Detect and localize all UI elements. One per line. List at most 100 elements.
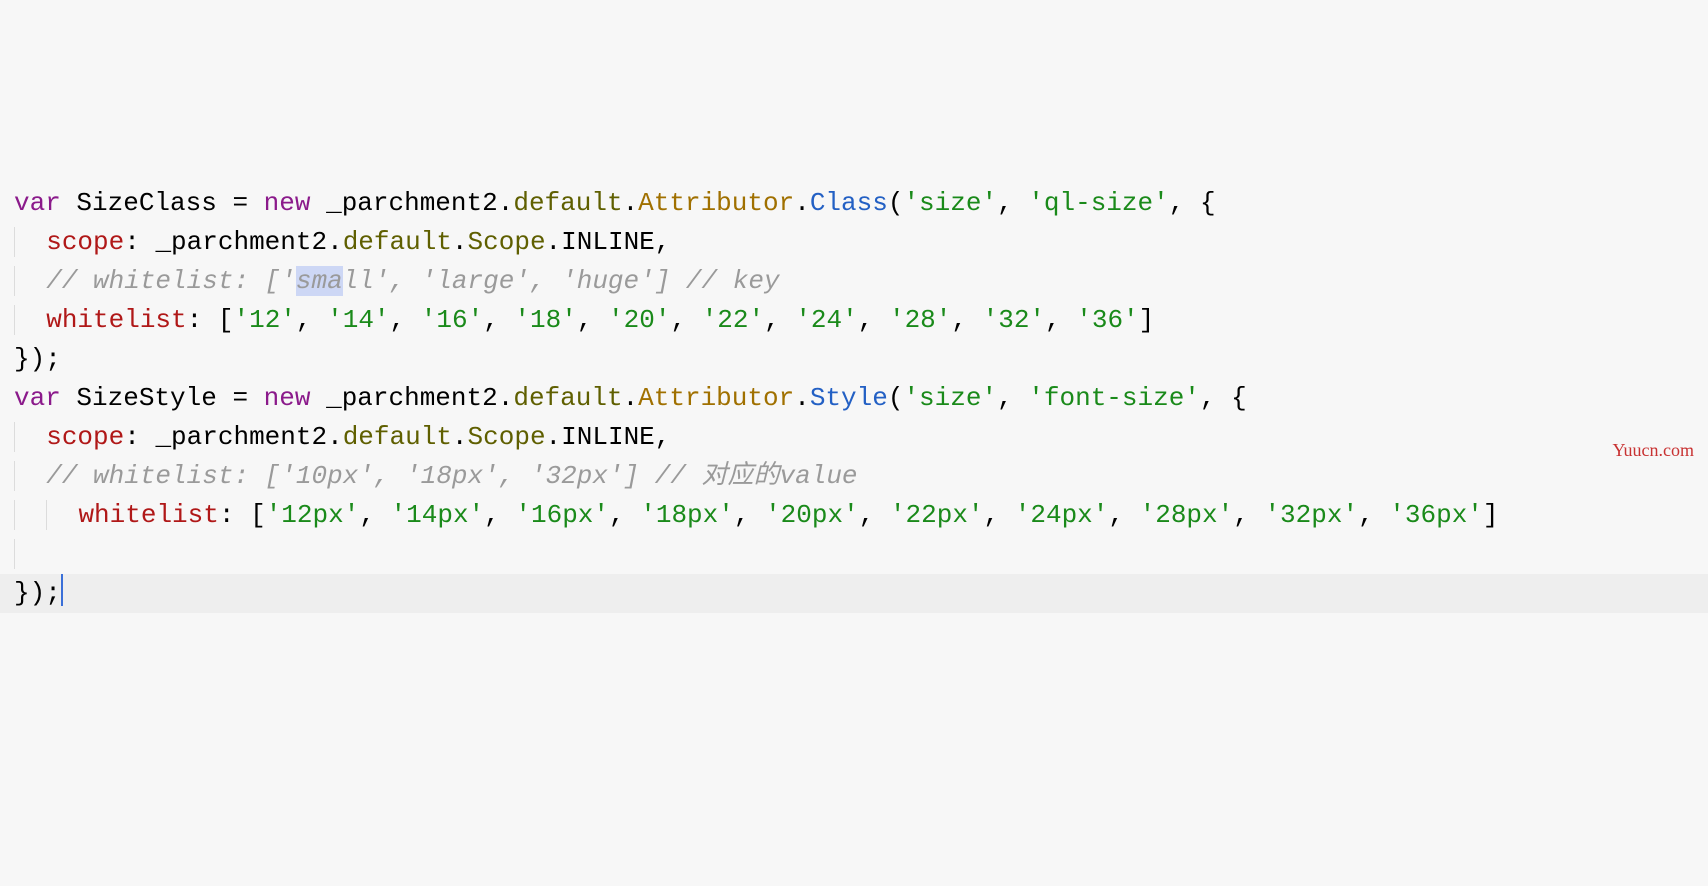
punct: , xyxy=(764,305,795,335)
punct: , xyxy=(1108,500,1139,530)
ident-default: default xyxy=(343,422,452,452)
selection-highlight: sma xyxy=(296,266,343,296)
punct: = xyxy=(217,188,264,218)
punct: , xyxy=(609,500,640,530)
punct: , xyxy=(858,305,889,335)
ident-sizeclass: SizeClass xyxy=(76,188,216,218)
string: 'ql-size' xyxy=(1028,188,1168,218)
code-line xyxy=(14,539,31,569)
code-line: var SizeClass = new _parchment2.default.… xyxy=(14,188,1216,218)
ident-parchment: _parchment2 xyxy=(326,188,498,218)
string: '16px' xyxy=(515,500,609,530)
string: '20px' xyxy=(765,500,859,530)
punct: , xyxy=(1233,500,1264,530)
key-whitelist: whitelist xyxy=(78,500,218,530)
punct: ( xyxy=(888,188,904,218)
text-cursor xyxy=(61,574,63,606)
current-line: }); xyxy=(0,574,1708,613)
punct: } xyxy=(14,344,30,374)
ident-sizestyle: SizeStyle xyxy=(76,383,216,413)
keyword-new: new xyxy=(264,188,311,218)
punct: . xyxy=(794,383,810,413)
punct: [ xyxy=(250,500,266,530)
string: '36px' xyxy=(1389,500,1483,530)
punct: . xyxy=(498,188,514,218)
punct: , xyxy=(670,305,701,335)
ident-attributor: Attributor xyxy=(638,188,794,218)
string: '20' xyxy=(608,305,670,335)
code-line: whitelist: ['12px', '14px', '16px', '18p… xyxy=(14,500,1499,530)
string: 'size' xyxy=(903,383,997,413)
string: '28px' xyxy=(1140,500,1234,530)
string: '22px' xyxy=(890,500,984,530)
punct: } xyxy=(14,578,30,608)
punct: . xyxy=(452,422,468,452)
const-inline: INLINE xyxy=(561,422,655,452)
string: 'size' xyxy=(903,188,997,218)
punct: : xyxy=(187,305,218,335)
ident-style: Style xyxy=(810,383,888,413)
code-line: var SizeStyle = new _parchment2.default.… xyxy=(14,383,1247,413)
punct: , xyxy=(1045,305,1076,335)
punct: { xyxy=(1231,383,1247,413)
punct: . xyxy=(498,383,514,413)
punct: ) xyxy=(30,344,46,374)
string: '28' xyxy=(889,305,951,335)
punct: , xyxy=(359,500,390,530)
punct: . xyxy=(794,188,810,218)
punct: , xyxy=(734,500,765,530)
punct: . xyxy=(546,227,562,257)
ident-default: default xyxy=(343,227,452,257)
punct: , xyxy=(984,500,1015,530)
punct: . xyxy=(546,422,562,452)
punct: , xyxy=(296,305,327,335)
code-line: // whitelist: ['10px', '18px', '32px'] /… xyxy=(14,461,858,491)
code-line: // whitelist: ['small', 'large', 'huge']… xyxy=(14,266,780,296)
string: '36' xyxy=(1076,305,1138,335)
ident-parchment: _parchment2 xyxy=(155,227,327,257)
punct: = xyxy=(217,383,264,413)
ident-scope: Scope xyxy=(468,422,546,452)
watermark: Yuucn.com xyxy=(1613,431,1694,470)
string: '14px' xyxy=(391,500,485,530)
keyword-new: new xyxy=(264,383,311,413)
punct: . xyxy=(623,383,639,413)
code-line: scope: _parchment2.default.Scope.INLINE, xyxy=(14,227,670,257)
string: '12px' xyxy=(266,500,360,530)
array-values: '12', '14', '16', '18', '20', '22', '24'… xyxy=(233,305,1138,335)
punct: ( xyxy=(888,383,904,413)
string: '32' xyxy=(983,305,1045,335)
string: '18' xyxy=(514,305,576,335)
const-inline: INLINE xyxy=(561,227,655,257)
punct: , xyxy=(997,188,1028,218)
punct: [ xyxy=(218,305,234,335)
string: '12' xyxy=(233,305,295,335)
punct: : xyxy=(124,422,155,452)
punct: ; xyxy=(45,344,61,374)
punct: , xyxy=(859,500,890,530)
key-whitelist: whitelist xyxy=(46,305,186,335)
ident-parchment: _parchment2 xyxy=(155,422,327,452)
string: '16' xyxy=(421,305,483,335)
punct: , xyxy=(997,383,1028,413)
punct: , xyxy=(951,305,982,335)
string: 'font-size' xyxy=(1028,383,1200,413)
keyword-var: var xyxy=(14,188,61,218)
string: '32px' xyxy=(1264,500,1358,530)
key-scope: scope xyxy=(46,227,124,257)
string: '24px' xyxy=(1015,500,1109,530)
array-values: '12px', '14px', '16px', '18px', '20px', … xyxy=(266,500,1483,530)
punct: { xyxy=(1200,188,1216,218)
ident-scope: Scope xyxy=(468,227,546,257)
code-block: var SizeClass = new _parchment2.default.… xyxy=(14,184,1694,613)
ident-attributor: Attributor xyxy=(638,383,794,413)
punct: ] xyxy=(1139,305,1155,335)
punct: , xyxy=(655,227,671,257)
punct: , xyxy=(1358,500,1389,530)
code-line: }); xyxy=(14,344,61,374)
punct: , xyxy=(1200,383,1231,413)
punct: . xyxy=(452,227,468,257)
string: '14' xyxy=(327,305,389,335)
punct: , xyxy=(577,305,608,335)
ident-default: default xyxy=(513,188,622,218)
